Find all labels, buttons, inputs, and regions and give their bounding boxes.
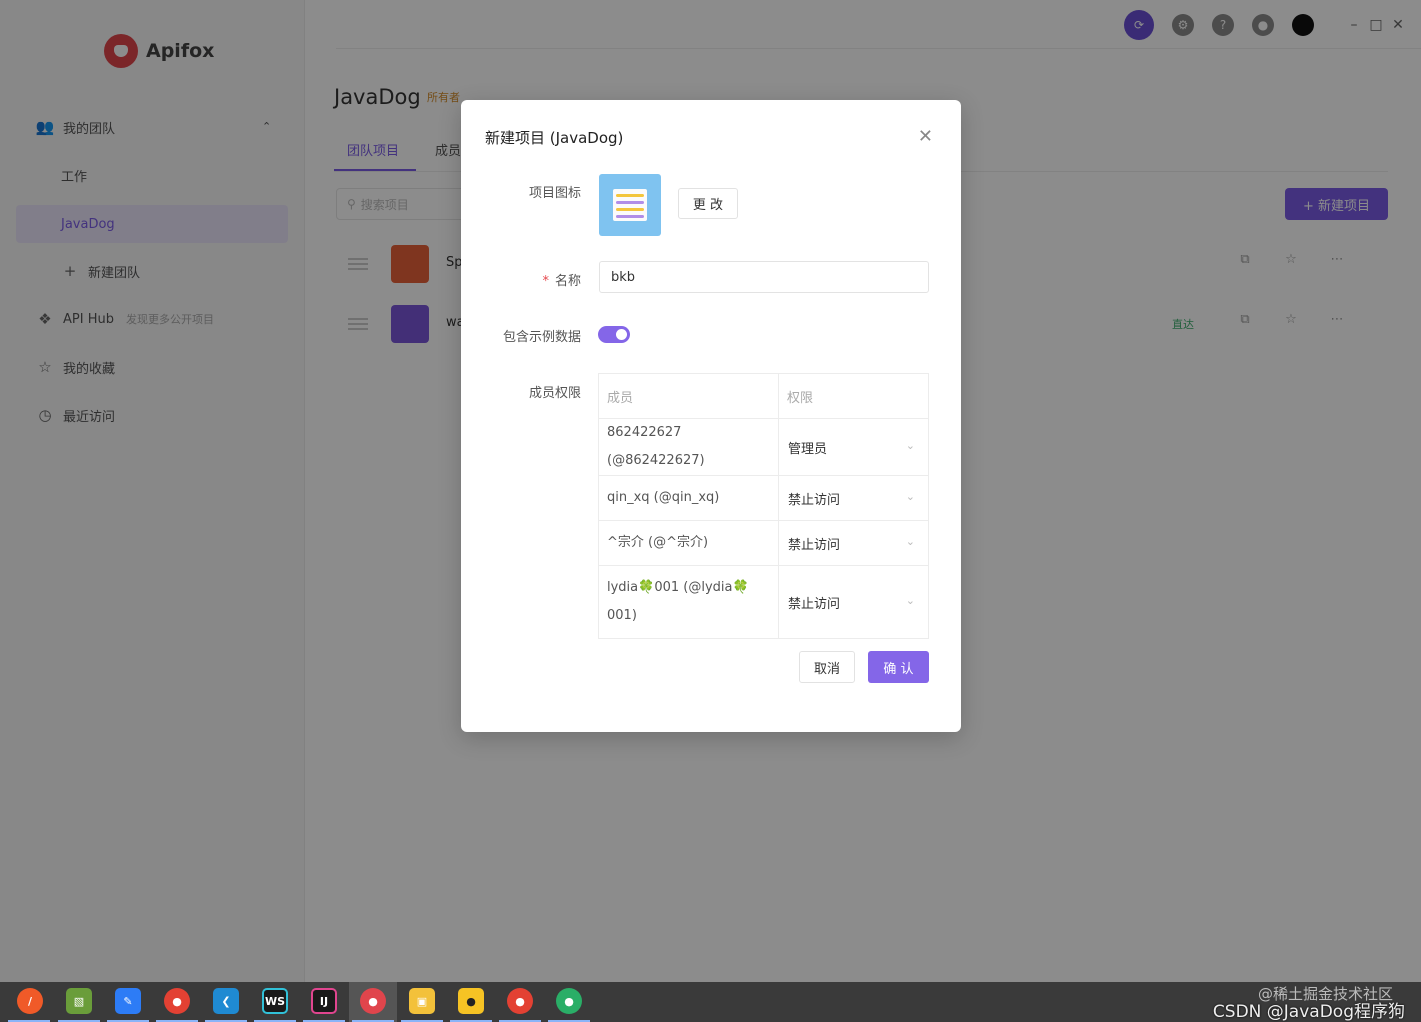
chevron-down-icon: ⌄: [905, 535, 915, 548]
member-cell: qin_xq (@qin_xq): [598, 475, 779, 521]
name-label-text: 名称: [554, 274, 581, 289]
new-project-dialog: 新建项目 (JavaDog) ✕ 项目图标 更 改 * 名称 包含示例数据 成员权…: [461, 100, 961, 732]
change-icon-button[interactable]: 更 改: [678, 188, 738, 219]
watermark: @稀土掘金技术社区 CSDN @JavaDog程序狗: [1213, 985, 1405, 1021]
book-stripe: [616, 208, 644, 211]
chevron-down-icon: ⌄: [905, 439, 915, 452]
wechat-icon[interactable]: ●: [556, 988, 582, 1014]
member-cell: lydia🍀001 (@lydia🍀001): [598, 565, 779, 639]
member-permission-table: 成员 权限 862422627 (@862422627) 管理员 ⌄ qin_xq…: [598, 373, 929, 639]
member-cell: 862422627 (@862422627): [598, 418, 779, 476]
intellij-icon[interactable]: IJ: [311, 988, 337, 1014]
chrome-icon[interactable]: ●: [507, 988, 533, 1014]
permission-select[interactable]: 管理员 ⌄: [778, 418, 929, 476]
folder-icon[interactable]: ▣: [409, 988, 435, 1014]
table-row: qin_xq (@qin_xq) 禁止访问 ⌄: [598, 475, 929, 521]
permission-value: 禁止访问: [788, 596, 841, 612]
required-mark: *: [542, 274, 549, 289]
table-row: ^宗介 (@^宗介) 禁止访问 ⌄: [598, 520, 929, 566]
permission-label: 成员权限: [528, 386, 581, 401]
dialog-title: 新建项目 (JavaDog): [485, 129, 624, 147]
name-label: * 名称: [542, 270, 581, 289]
watermark-line1: @稀土掘金技术社区: [1257, 985, 1393, 1003]
book-stripe: [616, 194, 644, 197]
member-cell: ^宗介 (@^宗介): [598, 520, 779, 566]
col-member: 成员: [598, 373, 779, 419]
toggle-knob: [616, 329, 627, 340]
confirm-button[interactable]: 确 认: [868, 651, 929, 683]
icon-label: 项目图标: [528, 186, 581, 201]
close-icon[interactable]: ✕: [918, 126, 933, 147]
taskbar: / ▧ ✎ ● ❮ WS IJ ● ▣ ● ● ●: [0, 982, 1421, 1022]
chevron-down-icon: ⌄: [905, 490, 915, 503]
taskbar-app-icon[interactable]: ●: [458, 988, 484, 1014]
cancel-button[interactable]: 取消: [799, 651, 855, 683]
table-row: 862422627 (@862422627) 管理员 ⌄: [598, 418, 929, 476]
table-header: 成员 权限: [598, 373, 929, 419]
project-icon-preview: [599, 174, 661, 236]
book-stripe: [616, 215, 644, 218]
watermark-line2: CSDN @JavaDog程序狗: [1212, 1002, 1405, 1022]
apifox-icon[interactable]: ●: [360, 988, 386, 1014]
taskbar-app-icon[interactable]: ✎: [115, 988, 141, 1014]
taskbar-app-icon[interactable]: ▧: [66, 988, 92, 1014]
vscode-icon[interactable]: ❮: [213, 988, 239, 1014]
chrome-icon[interactable]: ●: [164, 988, 190, 1014]
permission-value: 管理员: [788, 441, 828, 457]
project-name-input[interactable]: [599, 261, 929, 293]
col-permission: 权限: [787, 390, 814, 406]
permission-value: 禁止访问: [788, 537, 841, 553]
permission-select[interactable]: 禁止访问 ⌄: [778, 475, 929, 521]
table-row: lydia🍀001 (@lydia🍀001) 禁止访问 ⌄: [598, 565, 929, 639]
chevron-down-icon: ⌄: [905, 594, 915, 607]
permission-value: 禁止访问: [788, 492, 841, 508]
sample-data-toggle[interactable]: [598, 326, 630, 343]
webstorm-icon[interactable]: WS: [262, 988, 288, 1014]
permission-select[interactable]: 禁止访问 ⌄: [778, 520, 929, 566]
sample-data-label: 包含示例数据: [502, 330, 581, 345]
taskbar-app-icon[interactable]: /: [17, 988, 43, 1014]
book-stripe: [616, 201, 644, 204]
permission-select[interactable]: 禁止访问 ⌄: [778, 565, 929, 639]
